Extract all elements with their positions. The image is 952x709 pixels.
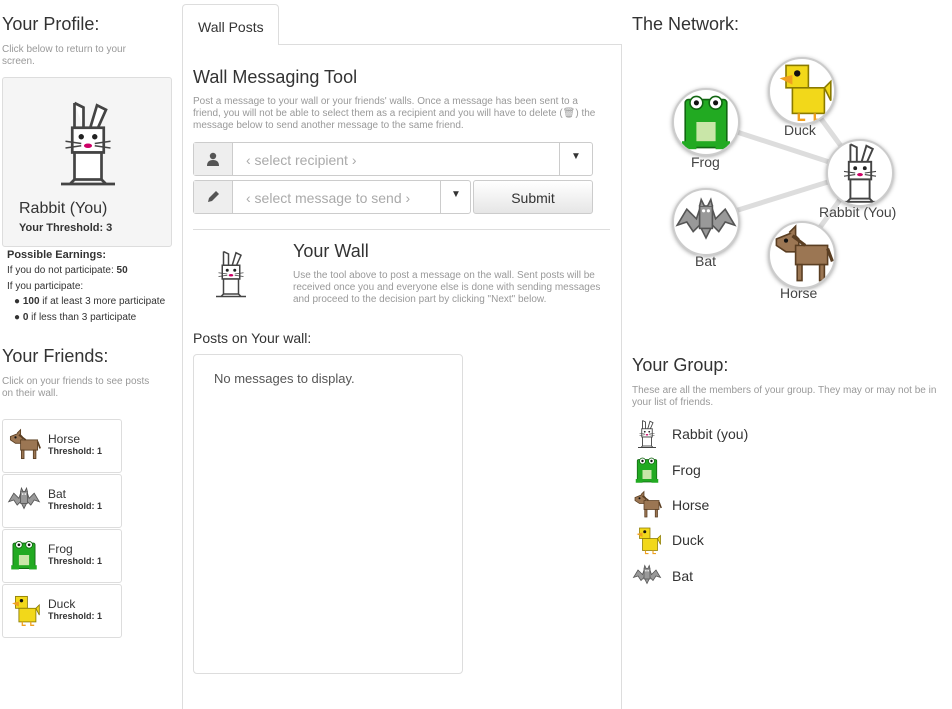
- earning-bullet-1: ● 100 if at least 3 more participate: [14, 296, 165, 307]
- network-node-frog[interactable]: [672, 88, 740, 156]
- message-select[interactable]: ‹ select message to send › ▼: [193, 180, 471, 214]
- posts-box: No messages to display.: [193, 354, 463, 674]
- duck-icon: [770, 59, 834, 123]
- frog-icon: [7, 538, 41, 572]
- separator: [193, 229, 610, 230]
- friend-card-horse[interactable]: Horse Threshold: 1: [2, 419, 122, 473]
- tool-title: Wall Messaging Tool: [193, 67, 358, 87]
- pencil-icon: [208, 191, 219, 202]
- horse-icon: [7, 428, 41, 462]
- tab-underline: [277, 44, 621, 45]
- friend-threshold: Threshold: 1: [48, 611, 103, 621]
- group-member: Duck: [632, 525, 932, 557]
- rabbit-icon: [632, 419, 662, 449]
- submit-button[interactable]: Submit: [473, 180, 593, 214]
- divider: [559, 143, 560, 175]
- network-node-rabbit[interactable]: [826, 139, 894, 207]
- friends-hint: Click on your friends to see posts on th…: [2, 376, 150, 399]
- recipient-placeholder: ‹ select recipient ›: [246, 152, 357, 168]
- friend-card-duck[interactable]: Duck Threshold: 1: [2, 584, 122, 638]
- no-participate-text: If you do not participate:: [7, 265, 117, 276]
- message-placeholder: ‹ select message to send ›: [246, 190, 411, 206]
- friend-name: Bat: [48, 487, 67, 501]
- friend-name: Frog: [48, 542, 73, 556]
- network-node-duck[interactable]: [768, 57, 836, 125]
- trash-icon: 🗑: [562, 108, 576, 119]
- tab-wall-posts[interactable]: Wall Posts: [182, 4, 279, 45]
- user-addon: [194, 143, 233, 175]
- network-label-bat: Bat: [695, 253, 717, 269]
- tool-description: Post a message to your wall or your frie…: [193, 96, 605, 132]
- caret-down-icon[interactable]: ▼: [571, 151, 581, 162]
- wall-title: Your Wall: [293, 241, 369, 261]
- bullet-icon: ●: [14, 296, 21, 307]
- group-member-name: Bat: [672, 568, 694, 584]
- participate-text: If you participate:: [7, 281, 84, 292]
- pencil-addon: [194, 181, 233, 213]
- profile-title: Your Profile:: [2, 14, 100, 34]
- tab-label: Wall Posts: [198, 19, 264, 35]
- horse-icon: [632, 490, 662, 520]
- tool-description-part1: Post a message to your wall or your frie…: [193, 96, 578, 119]
- no-participate-row: If you do not participate: 50: [7, 265, 128, 276]
- group-member: Rabbit (you): [632, 419, 932, 451]
- profile-card[interactable]: Rabbit (You) Your Threshold: 3: [2, 77, 172, 247]
- profile-threshold: Your Threshold: 3: [19, 222, 113, 234]
- no-participate-value: 50: [116, 265, 128, 276]
- empty-message: No messages to display.: [214, 371, 355, 386]
- group-member: Frog: [632, 455, 932, 487]
- caret-down-icon[interactable]: ▼: [451, 189, 461, 200]
- frog-icon: [674, 90, 738, 154]
- group-member-name: Horse: [672, 497, 710, 513]
- profile-hint: Click below to return to your screen.: [2, 44, 126, 67]
- network-graph: Duck Frog Rabbit (You) Bat Horse: [632, 40, 947, 310]
- group-member-name: Frog: [672, 462, 701, 478]
- rabbit-avatar-icon: [43, 96, 133, 191]
- network-title: The Network:: [632, 14, 740, 34]
- group-member-name: Rabbit (you): [672, 426, 749, 442]
- earnings-title: Possible Earnings:: [7, 249, 107, 261]
- friend-card-bat[interactable]: Bat Threshold: 1: [2, 474, 122, 528]
- duck-icon: [7, 593, 41, 627]
- group-hint: These are all the members of your group.…: [632, 385, 937, 408]
- network-node-bat[interactable]: [672, 188, 740, 256]
- earning-bullet-2: ● 0 if less than 3 participate: [14, 312, 136, 323]
- posts-label: Posts on Your wall:: [193, 330, 312, 346]
- wall-description: Use the tool above to post a message on …: [293, 270, 601, 305]
- network-label-duck: Duck: [784, 122, 816, 138]
- bullet1-value: 100: [22, 296, 40, 307]
- bat-icon: [632, 561, 662, 591]
- friend-threshold: Threshold: 1: [48, 446, 103, 456]
- frog-icon: [632, 455, 662, 485]
- network-label-frog: Frog: [691, 154, 720, 170]
- rabbit-icon: [206, 238, 256, 310]
- user-icon: [207, 152, 219, 166]
- friends-title: Your Friends:: [2, 346, 109, 366]
- bat-icon: [674, 190, 738, 254]
- duck-icon: [632, 525, 662, 555]
- recipient-select[interactable]: ‹ select recipient › ▼: [193, 142, 593, 176]
- bullet2-text: if less than 3 participate: [28, 312, 137, 323]
- friend-card-frog[interactable]: Frog Threshold: 1: [2, 529, 122, 583]
- group-member: Horse: [632, 490, 932, 522]
- divider: [440, 181, 441, 213]
- middle-right-border: [621, 44, 622, 709]
- network-label-horse: Horse: [780, 285, 818, 301]
- friend-threshold: Threshold: 1: [48, 501, 103, 511]
- bullet-icon: ●: [14, 312, 21, 323]
- friend-name: Horse: [48, 432, 81, 446]
- group-member: Bat: [632, 561, 932, 593]
- middle-left-border: [182, 44, 183, 709]
- bat-icon: [7, 483, 41, 517]
- friend-threshold: Threshold: 1: [48, 556, 103, 566]
- group-title: Your Group:: [632, 355, 729, 375]
- network-node-horse[interactable]: [768, 221, 836, 289]
- friend-name: Duck: [48, 597, 76, 611]
- rabbit-icon: [828, 141, 892, 205]
- group-member-name: Duck: [672, 532, 704, 548]
- bullet1-text: if at least 3 more participate: [39, 296, 166, 307]
- profile-name: Rabbit (You): [19, 200, 108, 217]
- horse-icon: [770, 223, 834, 287]
- network-label-rabbit: Rabbit (You): [819, 204, 897, 220]
